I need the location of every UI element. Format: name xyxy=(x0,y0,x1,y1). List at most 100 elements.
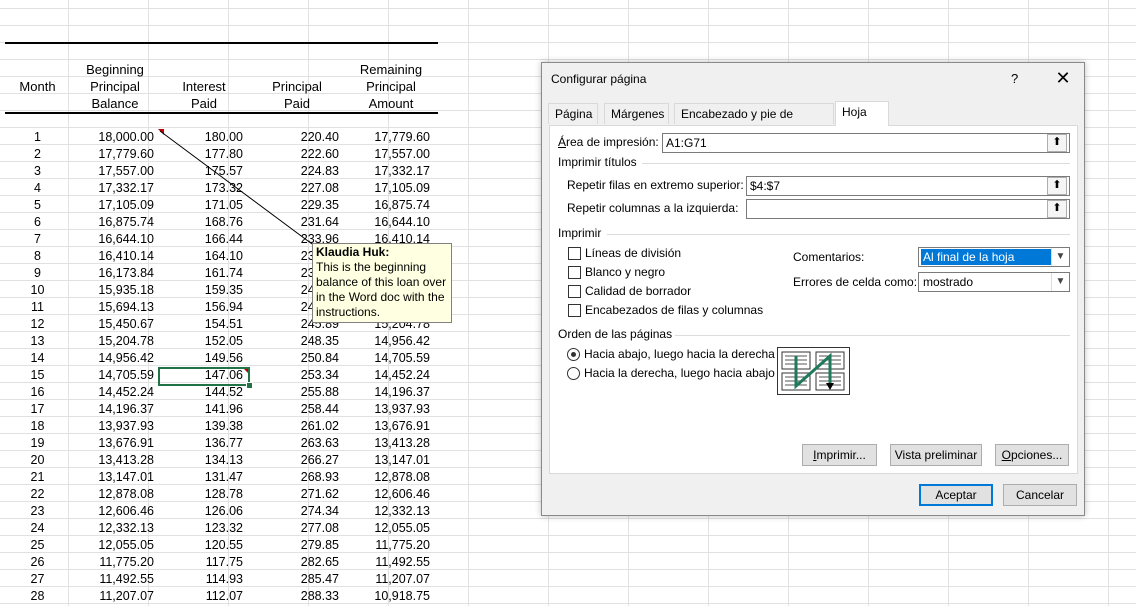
cell-principal-paid[interactable]: 255.88 xyxy=(250,384,339,401)
comments-select[interactable]: Al final de la hoja ▼ xyxy=(918,247,1070,267)
cell-principal-paid[interactable]: 258.44 xyxy=(250,401,339,418)
cell-beginning-balance[interactable]: 13,147.01 xyxy=(70,469,154,486)
cell-month[interactable]: 13 xyxy=(5,333,70,350)
cell-month[interactable]: 27 xyxy=(5,571,70,588)
cell-month[interactable]: 21 xyxy=(5,469,70,486)
cell-remaining-amount[interactable]: 16,875.74 xyxy=(340,197,430,214)
cell-principal-paid[interactable]: 261.02 xyxy=(250,418,339,435)
cell-beginning-balance[interactable]: 12,332.13 xyxy=(70,520,154,537)
cell-month[interactable]: 16 xyxy=(5,384,70,401)
tab-header-footer[interactable]: Encabezado y pie de página xyxy=(674,103,834,142)
cell-month[interactable]: 26 xyxy=(5,554,70,571)
gridlines-checkbox[interactable] xyxy=(568,247,581,260)
print-area-field[interactable]: A1:G71 xyxy=(662,133,1070,153)
cell-beginning-balance[interactable]: 11,207.07 xyxy=(70,588,154,605)
cell-principal-paid[interactable]: 268.93 xyxy=(250,469,339,486)
cell-beginning-balance[interactable]: 14,956.42 xyxy=(70,350,154,367)
cell-beginning-balance[interactable]: 13,413.28 xyxy=(70,452,154,469)
cell-remaining-amount[interactable]: 13,676.91 xyxy=(340,418,430,435)
cell-principal-paid[interactable]: 271.62 xyxy=(250,486,339,503)
collapse-dialog-icon[interactable]: ⬆ xyxy=(1047,134,1067,152)
cell-month[interactable]: 24 xyxy=(5,520,70,537)
cell-remaining-amount[interactable]: 13,147.01 xyxy=(340,452,430,469)
cell-month[interactable]: 28 xyxy=(5,588,70,605)
cell-remaining-amount[interactable]: 13,413.28 xyxy=(340,435,430,452)
cell-beginning-balance[interactable]: 12,055.05 xyxy=(70,537,154,554)
cell-remaining-amount[interactable]: 14,705.59 xyxy=(340,350,430,367)
cell-remaining-amount[interactable]: 13,937.93 xyxy=(340,401,430,418)
cell-month[interactable]: 10 xyxy=(5,282,70,299)
cell-beginning-balance[interactable]: 11,775.20 xyxy=(70,554,154,571)
cancel-button[interactable]: Cancelar xyxy=(1003,484,1077,506)
cell-beginning-balance[interactable]: 15,450.67 xyxy=(70,316,154,333)
cell-interest-paid[interactable]: 126.06 xyxy=(160,503,243,520)
order-down-label[interactable]: Hacia abajo, luego hacia la derecha xyxy=(584,347,775,361)
tab-sheet[interactable]: Hoja xyxy=(835,101,889,126)
ok-button[interactable]: Aceptar xyxy=(919,484,993,506)
tab-page[interactable]: Página xyxy=(548,103,598,124)
cell-principal-paid[interactable]: 282.65 xyxy=(250,554,339,571)
close-button[interactable]: ✕ xyxy=(1052,67,1074,89)
cell-principal-paid[interactable]: 288.33 xyxy=(250,588,339,605)
fill-handle[interactable] xyxy=(246,382,253,389)
cell-beginning-balance[interactable]: 13,676.91 xyxy=(70,435,154,452)
cell-interest-paid[interactable]: 112.07 xyxy=(160,588,243,605)
cell-remaining-amount[interactable]: 14,956.42 xyxy=(340,333,430,350)
order-over-label[interactable]: Hacia la derecha, luego hacia abajo xyxy=(584,366,775,380)
cell-remaining-amount[interactable]: 14,452.24 xyxy=(340,367,430,384)
order-over-radio[interactable] xyxy=(567,367,580,380)
cell-remaining-amount[interactable]: 11,492.55 xyxy=(340,554,430,571)
cell-month[interactable]: 17 xyxy=(5,401,70,418)
cell-principal-paid[interactable]: 266.27 xyxy=(250,452,339,469)
cell-principal-paid[interactable]: 277.08 xyxy=(250,520,339,537)
cell-beginning-balance[interactable]: 15,935.18 xyxy=(70,282,154,299)
cell-principal-paid[interactable]: 253.34 xyxy=(250,367,339,384)
repeat-cols-field[interactable] xyxy=(746,199,1070,219)
cell-interest-paid[interactable]: 136.77 xyxy=(160,435,243,452)
cell-beginning-balance[interactable]: 13,937.93 xyxy=(70,418,154,435)
collapse-dialog-icon[interactable]: ⬆ xyxy=(1047,177,1067,195)
cell-principal-paid[interactable]: 274.34 xyxy=(250,503,339,520)
cell-beginning-balance[interactable]: 16,173.84 xyxy=(70,265,154,282)
cell-month[interactable]: 11 xyxy=(5,299,70,316)
cell-remaining-amount[interactable]: 17,105.09 xyxy=(340,180,430,197)
help-button[interactable]: ? xyxy=(1011,71,1018,86)
cell-beginning-balance[interactable]: 14,196.37 xyxy=(70,401,154,418)
cell-interest-paid[interactable]: 120.55 xyxy=(160,537,243,554)
cell-principal-paid[interactable]: 285.47 xyxy=(250,571,339,588)
cell-remaining-amount[interactable]: 17,332.17 xyxy=(340,163,430,180)
cell-principal-paid[interactable]: 263.63 xyxy=(250,435,339,452)
cell-principal-paid[interactable]: 248.35 xyxy=(250,333,339,350)
cell-interest-paid[interactable]: 161.74 xyxy=(160,265,243,282)
cell-remaining-amount[interactable]: 14,196.37 xyxy=(340,384,430,401)
cell-remaining-amount[interactable]: 10,918.75 xyxy=(340,588,430,605)
cell-interest-paid[interactable]: 159.35 xyxy=(160,282,243,299)
cell-interest-paid[interactable]: 134.13 xyxy=(160,452,243,469)
black-white-label[interactable]: Blanco y negro xyxy=(585,265,665,279)
cell-principal-paid[interactable]: 250.84 xyxy=(250,350,339,367)
cell-interest-paid[interactable]: 156.94 xyxy=(160,299,243,316)
cell-interest-paid[interactable]: 144.52 xyxy=(160,384,243,401)
draft-quality-label[interactable]: Calidad de borrador xyxy=(585,284,691,298)
cell-interest-paid[interactable]: 139.38 xyxy=(160,418,243,435)
chevron-down-icon[interactable]: ▼ xyxy=(1051,273,1069,291)
order-down-radio[interactable] xyxy=(567,348,580,361)
cell-month[interactable]: 23 xyxy=(5,503,70,520)
errors-select[interactable]: mostrado ▼ xyxy=(918,272,1070,292)
cell-beginning-balance[interactable]: 15,204.78 xyxy=(70,333,154,350)
print-button[interactable]: Imprimir... xyxy=(802,444,877,466)
cell-interest-paid[interactable]: 114.93 xyxy=(160,571,243,588)
tab-margins[interactable]: Márgenes xyxy=(604,103,669,124)
cell-remaining-amount[interactable]: 12,332.13 xyxy=(340,503,430,520)
cell-remaining-amount[interactable]: 17,779.60 xyxy=(340,129,430,146)
cell-remaining-amount[interactable]: 16,644.10 xyxy=(340,214,430,231)
cell-remaining-amount[interactable]: 17,557.00 xyxy=(340,146,430,163)
cell-beginning-balance[interactable]: 12,606.46 xyxy=(70,503,154,520)
cell-month[interactable]: 15 xyxy=(5,367,70,384)
cell-beginning-balance[interactable]: 15,694.13 xyxy=(70,299,154,316)
cell-month[interactable]: 9 xyxy=(5,265,70,282)
row-col-headings-checkbox[interactable] xyxy=(568,304,581,317)
cell-beginning-balance[interactable]: 14,705.59 xyxy=(70,367,154,384)
cell-month[interactable]: 25 xyxy=(5,537,70,554)
cell-remaining-amount[interactable]: 12,055.05 xyxy=(340,520,430,537)
